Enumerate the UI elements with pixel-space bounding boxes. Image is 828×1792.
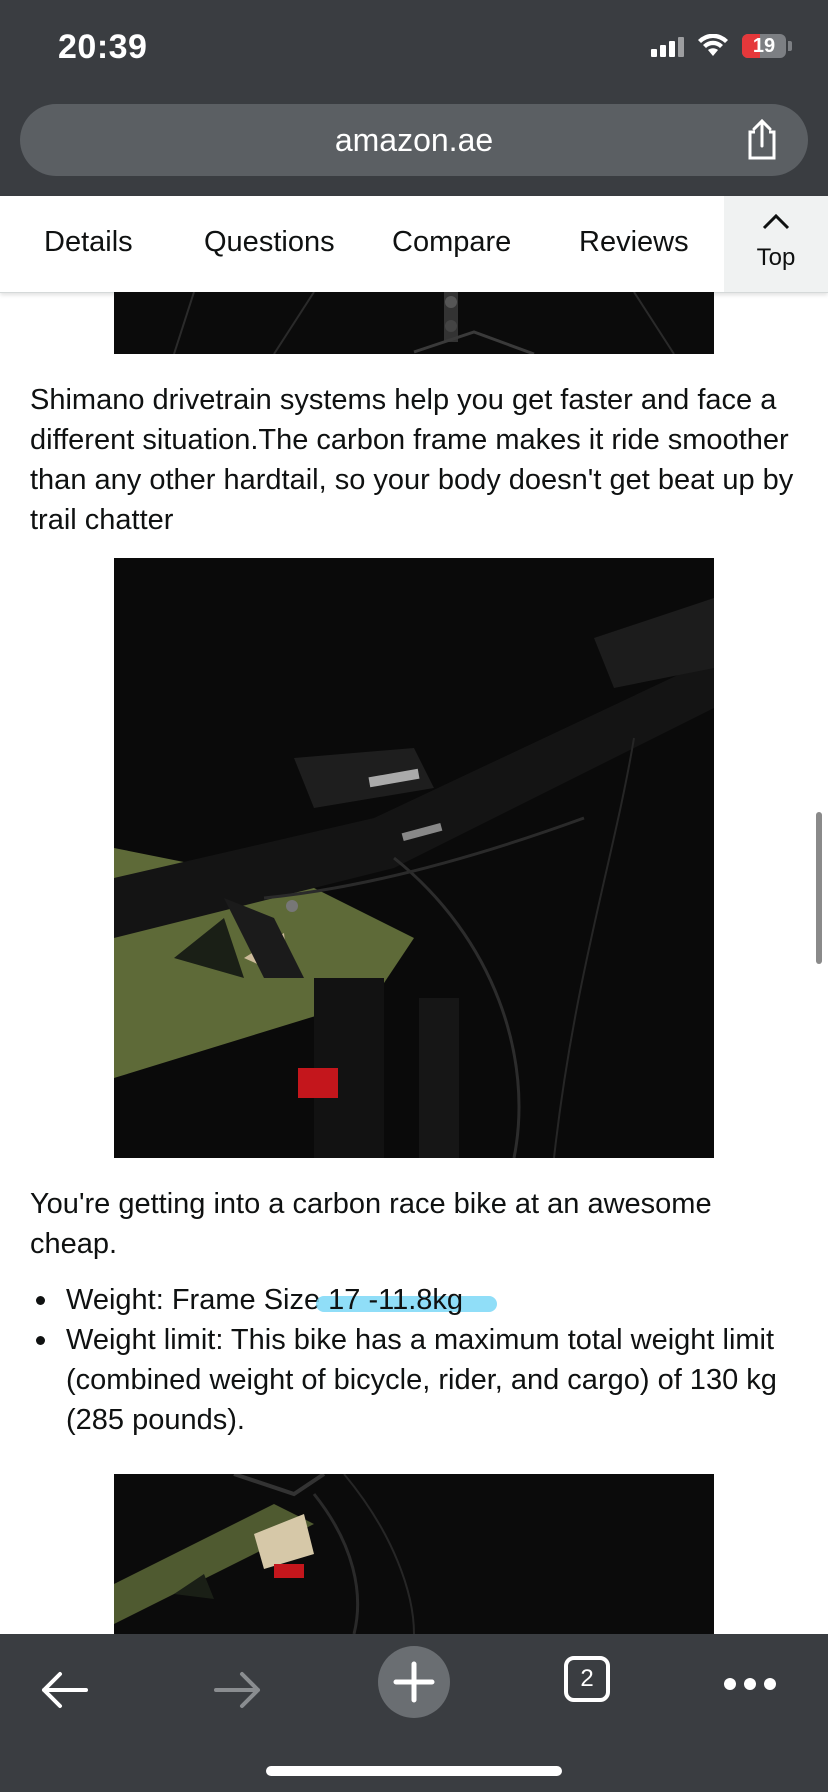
tab-details[interactable]: Details — [44, 226, 133, 259]
battery-icon: 19 — [742, 34, 786, 58]
back-to-top-button[interactable]: Top — [724, 196, 828, 292]
url-text: amazon.ae — [334, 122, 494, 158]
address-bar[interactable]: amazon.ae — [20, 104, 808, 176]
home-indicator — [266, 1766, 562, 1776]
tab-compare[interactable]: Compare — [392, 226, 511, 259]
wifi-icon — [698, 34, 728, 56]
product-image-handlebar — [114, 558, 714, 1158]
scrollbar[interactable] — [816, 812, 822, 964]
tab-questions[interactable]: Questions — [204, 226, 335, 259]
list-item: Weight limit: This bike has a maximum to… — [30, 1320, 802, 1440]
list-item: Weight: Frame Size 17 -11.8kg — [30, 1280, 802, 1320]
new-tab-button[interactable] — [378, 1646, 450, 1718]
bullet-weight-label: Weight: Frame Size — [66, 1284, 321, 1316]
share-icon[interactable] — [742, 118, 782, 162]
feature-list: Weight: Frame Size 17 -11.8kg Weight lim… — [30, 1280, 802, 1440]
more-menu-icon[interactable] — [722, 1676, 778, 1692]
tabs-button[interactable]: 2 — [564, 1656, 610, 1702]
highlighted-text: 17 -11.8kg — [316, 1284, 498, 1316]
battery-level: 19 — [752, 34, 776, 57]
description-paragraph: Shimano drivetrain systems help you get … — [30, 384, 794, 536]
product-nav-tabs: Details Questions Compare Reviews Top — [0, 196, 828, 293]
status-time: 20:39 — [58, 28, 148, 66]
forward-arrow-icon[interactable] — [210, 1662, 266, 1718]
product-image-frame — [114, 1474, 714, 1634]
chevron-up-icon — [762, 214, 790, 230]
cellular-signal-icon — [651, 35, 684, 57]
back-arrow-icon[interactable] — [36, 1662, 92, 1718]
status-icons: 19 — [651, 34, 792, 58]
tab-reviews[interactable]: Reviews — [579, 226, 689, 259]
product-image-wheel — [114, 292, 714, 354]
description-paragraph-2: You're getting into a carbon race bike a… — [30, 1188, 712, 1260]
plus-icon — [393, 1661, 435, 1703]
browser-chrome: 20:39 19 amazon.ae — [0, 0, 828, 196]
bullet-weight-limit: Weight limit: This bike has a maximum to… — [66, 1324, 777, 1436]
top-label: Top — [756, 244, 796, 271]
highlighted-weight-value: 17 -11.8kg — [320, 1284, 464, 1316]
